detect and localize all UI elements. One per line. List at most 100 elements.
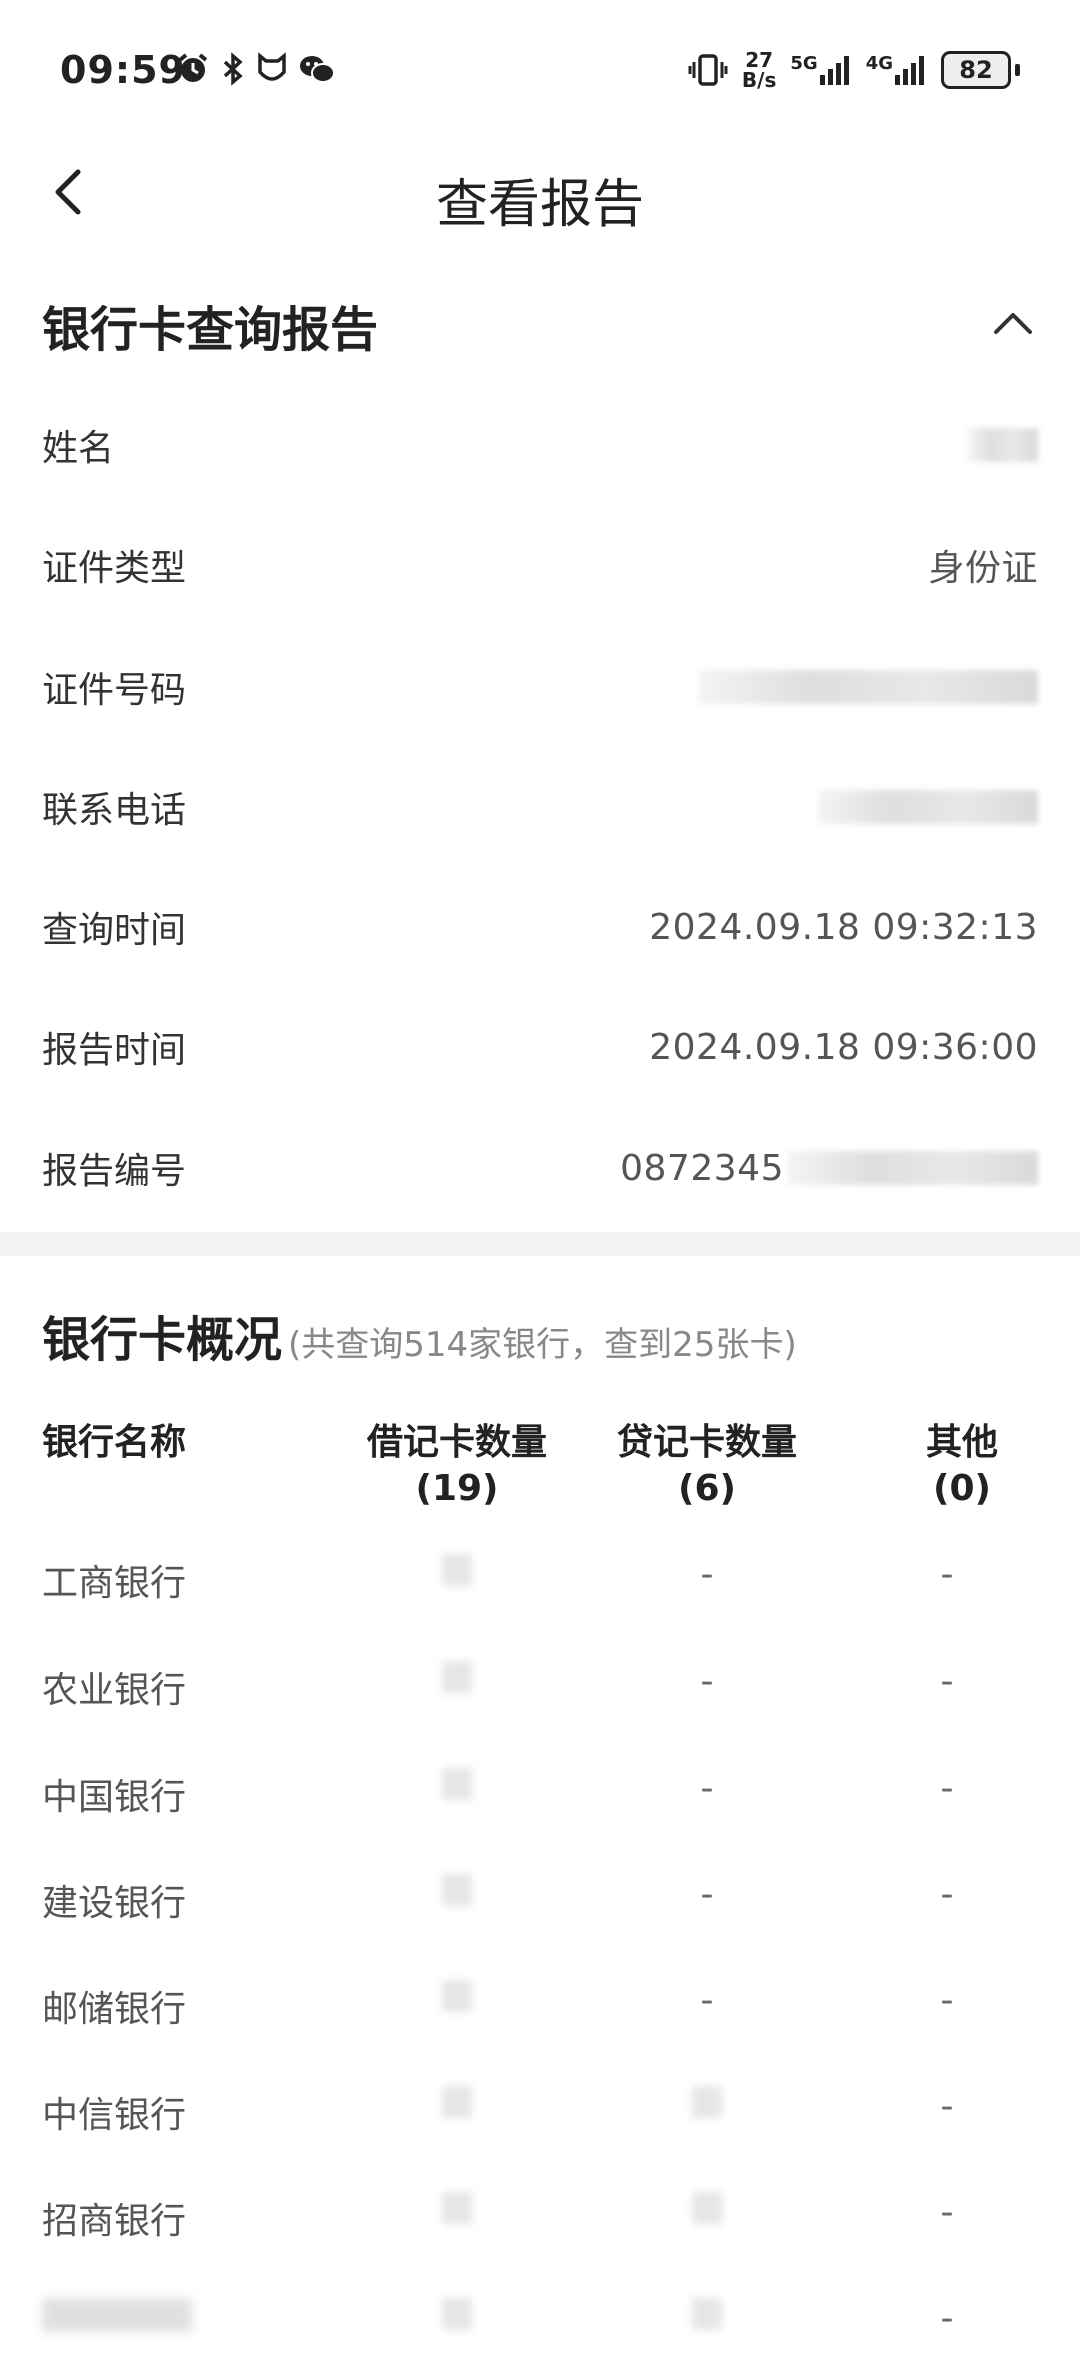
credit-count [612, 2192, 802, 2233]
other-count: - [940, 1554, 954, 1595]
net-speed-unit: B/s [741, 68, 777, 92]
table-row: 农业银行 - - [42, 1647, 1038, 1717]
nav-bar: 查看报告 [0, 140, 1080, 250]
redacted-count [692, 2086, 722, 2118]
redacted-report-number [788, 1151, 1038, 1185]
column-header-label: 贷记卡数量 [616, 1422, 797, 1463]
column-header-bank: 银行名称 [42, 1422, 187, 1463]
other-count: - [940, 1661, 954, 1702]
overview-subtitle: (共查询514家银行，查到25张卡) [288, 1325, 797, 1365]
battery-indicator: 82 [941, 51, 1011, 89]
info-value: 0872345 [620, 1147, 784, 1189]
debit-count [372, 2086, 542, 2127]
debit-count [372, 1661, 542, 1702]
signal-icon [895, 56, 924, 85]
redacted-count [442, 1768, 472, 1800]
info-value: 身份证 [928, 548, 1038, 589]
credit-count: - [700, 1554, 714, 1595]
redacted-bank-name [42, 2298, 192, 2332]
battery-tip [1015, 64, 1020, 76]
report-section-header[interactable]: 银行卡查询报告 [42, 290, 1038, 360]
bluetooth-icon [223, 52, 243, 86]
table-row: 邮储银行 - - [42, 1966, 1038, 2036]
bank-name: 邮储银行 [42, 1989, 187, 2030]
redacted-name [968, 428, 1038, 462]
signal-4g: 4G [866, 53, 927, 87]
debit-count [372, 1554, 542, 1595]
redacted-count [442, 1661, 472, 1693]
bank-name: 工商银行 [42, 1563, 187, 1604]
signal-icon [819, 56, 849, 85]
credit-count: - [700, 1661, 714, 1702]
section-divider [0, 1232, 1080, 1256]
info-row-query-time: 查询时间 2024.09.18 09:32:13 [42, 887, 1038, 967]
bank-name: 建设银行 [42, 1883, 187, 1924]
table-row: 招商银行 - [42, 2178, 1038, 2248]
overview-header: 银行卡概况 (共查询514家银行，查到25张卡) [42, 1300, 1042, 1370]
debit-count [372, 1980, 542, 2021]
vibrate-icon [688, 54, 728, 86]
column-header-count: (0) [933, 1468, 991, 1509]
signal-5g: 5G [790, 53, 851, 87]
debit-count [372, 1874, 542, 1915]
mi-icon [258, 52, 286, 81]
info-label: 联系电话 [42, 790, 187, 831]
info-label: 姓名 [42, 428, 115, 469]
redacted-count [692, 2192, 722, 2224]
info-label: 证件号码 [42, 670, 187, 711]
bank-name: 中国银行 [42, 1777, 187, 1818]
report-number: 0872345 [620, 1148, 1038, 1189]
table-row: 工商银行 - - [42, 1540, 1038, 1610]
network-speed: 27 B/s [742, 50, 776, 90]
overview-title: 银行卡概况 [42, 1312, 283, 1368]
info-label: 报告时间 [42, 1030, 187, 1071]
column-header-credit: 贷记卡数量 (6) [562, 1420, 852, 1512]
status-right: 27 B/s 5G 4G 82 [688, 50, 1020, 90]
chevron-up-icon[interactable] [988, 298, 1038, 348]
alarm-icon [178, 53, 208, 82]
other-count: - [940, 2086, 954, 2127]
info-row-phone: 联系电话 [42, 767, 1038, 847]
info-value: 2024.09.18 09:36:00 [649, 1026, 1038, 1068]
redacted-count [442, 2192, 472, 2224]
other-count: - [940, 1874, 954, 1915]
wechat-icon [300, 56, 335, 83]
credit-count [612, 2298, 802, 2339]
status-bar: 09:59 27 B/s 5G 4G 82 [0, 0, 1080, 140]
net-type-4g: 4G [865, 53, 893, 74]
other-count: - [940, 2298, 954, 2339]
other-count: - [940, 1768, 954, 1809]
credit-count: - [700, 1768, 714, 1809]
bank-name [42, 2298, 192, 2341]
table-row: 中国银行 - - [42, 1754, 1038, 1824]
info-row-id-type: 证件类型 身份证 [42, 525, 1038, 605]
info-label: 证件类型 [42, 548, 187, 589]
info-row-id-number: 证件号码 [42, 647, 1038, 727]
credit-count: - [700, 1980, 714, 2021]
other-count: - [940, 1980, 954, 2021]
column-header-label: 其他 [925, 1422, 998, 1463]
credit-count [612, 2086, 802, 2127]
column-header-other: 其他 (0) [842, 1420, 1080, 1512]
info-value: 2024.09.18 09:32:13 [649, 906, 1038, 948]
bank-name: 招商银行 [42, 2201, 187, 2242]
status-left-icons [176, 52, 336, 86]
redacted-phone [818, 790, 1038, 824]
debit-count [372, 1768, 542, 1809]
debit-count [372, 2298, 542, 2339]
info-label: 查询时间 [42, 910, 187, 951]
bank-name: 中信银行 [42, 2095, 187, 2136]
net-type-5g: 5G [790, 53, 818, 74]
redacted-count [442, 2086, 472, 2118]
redacted-id-number [698, 670, 1038, 704]
info-row-name: 姓名 [42, 405, 1038, 485]
redacted-count [442, 1980, 472, 2012]
redacted-count [442, 1874, 472, 1906]
report-title: 银行卡查询报告 [42, 302, 379, 358]
credit-count: - [700, 1874, 714, 1915]
page-title: 查看报告 [435, 175, 644, 235]
redacted-count [692, 2298, 722, 2330]
status-time: 09:59 [60, 48, 186, 92]
debit-count [372, 2192, 542, 2233]
table-row: 中信银行 - [42, 2072, 1038, 2142]
